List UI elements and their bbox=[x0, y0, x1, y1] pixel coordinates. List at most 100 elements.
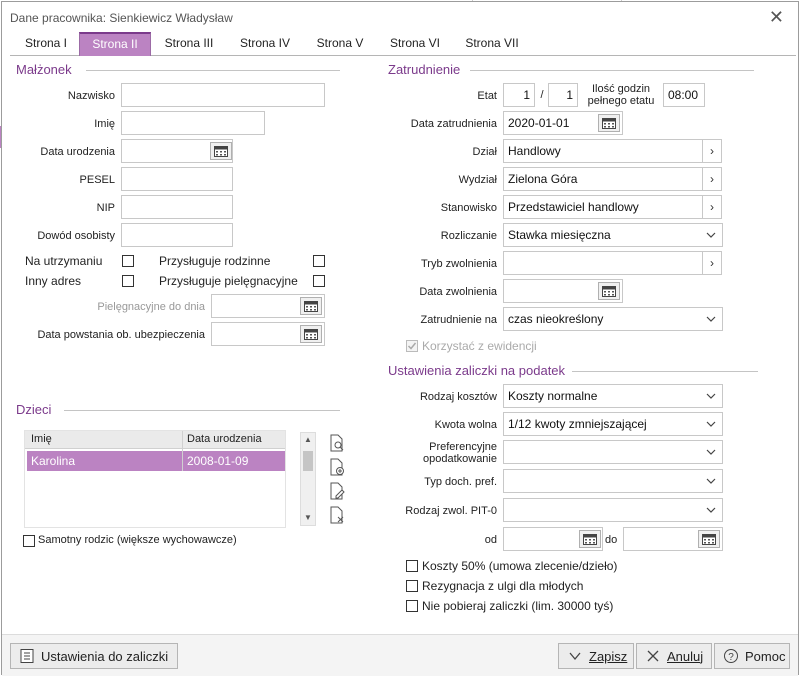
rodzaj-kosztow-label: Rodzaj kosztów bbox=[419, 391, 497, 403]
spouse-pesel-input[interactable] bbox=[121, 167, 233, 191]
inny-adres-checkbox[interactable] bbox=[122, 275, 134, 287]
chevron-down-icon[interactable] bbox=[706, 446, 716, 458]
etat-label: Etat bbox=[477, 90, 497, 102]
etat-denominator-input[interactable]: 1 bbox=[548, 83, 578, 107]
stanowisko-label: Stanowisko bbox=[440, 202, 497, 214]
rodzinne-checkbox[interactable] bbox=[313, 255, 325, 267]
koszty50-checkbox[interactable] bbox=[406, 560, 418, 572]
tab-strona-2[interactable]: Strona II bbox=[79, 32, 151, 56]
dzial-label: Dział bbox=[472, 146, 497, 158]
position-input[interactable]: Przedstawiciel handlowy bbox=[503, 195, 703, 219]
cancel-button[interactable]: Anuluj bbox=[636, 643, 712, 669]
dialog-title: Dane pracownika: Sienkiewicz Władysław bbox=[10, 11, 233, 25]
tab-strona-6[interactable]: Strona VI bbox=[380, 32, 450, 56]
tax-free-amount-value: 1/12 kwoty zmniejszającej bbox=[508, 417, 647, 431]
tax-free-amount-select[interactable]: 1/12 kwoty zmniejszającej bbox=[503, 412, 723, 436]
spouse-name-input[interactable] bbox=[121, 111, 265, 135]
od-label: od bbox=[484, 534, 497, 546]
na-utrzymaniu-checkbox[interactable] bbox=[122, 255, 134, 267]
column-separator bbox=[182, 431, 183, 471]
section-dzieci: Dzieci bbox=[16, 402, 52, 417]
department-input[interactable]: Handlowy bbox=[503, 139, 703, 163]
tab-bar: Strona I Strona II Strona III Strona IV … bbox=[10, 32, 796, 56]
zatrudnienie-na-label: Zatrudnienie na bbox=[420, 314, 497, 326]
korzystac-label: Korzystać z ewidencji bbox=[422, 339, 537, 353]
calendar-icon[interactable] bbox=[300, 297, 322, 315]
document-view-icon[interactable] bbox=[328, 434, 346, 452]
tab-strona-3[interactable]: Strona III bbox=[152, 32, 226, 56]
chevron-right-icon[interactable]: › bbox=[702, 167, 722, 191]
chevron-right-icon[interactable]: › bbox=[702, 251, 722, 275]
pit0-select[interactable] bbox=[503, 498, 723, 522]
calendar-icon[interactable] bbox=[300, 325, 322, 343]
divider bbox=[572, 371, 758, 372]
inny-adres-label: Inny adres bbox=[25, 274, 82, 288]
pielegnacyjne-checkbox[interactable] bbox=[313, 275, 325, 287]
settlement-select[interactable]: Stawka miesięczna bbox=[503, 223, 723, 247]
chevron-down-icon[interactable] bbox=[706, 229, 716, 241]
column-header-data[interactable]: Data urodzenia bbox=[187, 433, 262, 445]
tab-strona-5[interactable]: Strona V bbox=[306, 32, 374, 56]
rezygnacja-label: Rezygnacja z ulgi dla młodych bbox=[422, 579, 584, 593]
dismissal-mode-input[interactable] bbox=[503, 251, 703, 275]
close-icon[interactable]: ✕ bbox=[769, 8, 784, 26]
chevron-down-icon[interactable] bbox=[706, 313, 716, 325]
data-zwolnienia-label: Data zwolnienia bbox=[419, 286, 497, 298]
scroll-thumb[interactable] bbox=[303, 451, 313, 471]
contract-type-select[interactable]: czas nieokreślony bbox=[503, 307, 723, 331]
section-malzonek: Małżonek bbox=[16, 62, 72, 77]
chevron-down-icon[interactable] bbox=[706, 390, 716, 402]
cost-type-select[interactable]: Koszty normalne bbox=[503, 384, 723, 408]
children-table: Imię Data urodzenia Karolina 2008-01-09 bbox=[24, 430, 286, 528]
document-edit-icon[interactable] bbox=[328, 482, 346, 500]
scroll-down-icon[interactable]: ▼ bbox=[303, 513, 313, 523]
rezygnacja-checkbox[interactable] bbox=[406, 580, 418, 592]
nie-pobieraj-checkbox[interactable] bbox=[406, 600, 418, 612]
cost-type-value: Koszty normalne bbox=[508, 389, 598, 403]
save-button[interactable]: Zapisz bbox=[558, 643, 634, 669]
tab-strona-1[interactable]: Strona I bbox=[12, 32, 80, 56]
koszty50-label: Koszty 50% (umowa zlecenie/dzieło) bbox=[422, 559, 618, 573]
calendar-icon[interactable] bbox=[698, 530, 720, 548]
spouse-surname-input[interactable] bbox=[121, 83, 325, 107]
table-row[interactable]: Karolina 2008-01-09 bbox=[27, 451, 285, 471]
preferential-tax-select[interactable] bbox=[503, 440, 723, 464]
document-delete-icon[interactable] bbox=[328, 506, 346, 524]
division-input[interactable]: Zielona Góra bbox=[503, 167, 703, 191]
rodzinne-label: Przysługuje rodzinne bbox=[159, 254, 271, 268]
chevron-down-icon bbox=[569, 652, 581, 661]
calendar-icon[interactable] bbox=[598, 282, 620, 300]
tryb-label: Tryb zwolnienia bbox=[420, 258, 497, 270]
income-type-select[interactable] bbox=[503, 469, 723, 493]
chevron-down-icon[interactable] bbox=[706, 475, 716, 487]
spouse-nip-input[interactable] bbox=[121, 195, 233, 219]
calendar-icon[interactable] bbox=[579, 530, 601, 548]
save-label: Zapisz bbox=[589, 648, 628, 664]
spouse-id-input[interactable] bbox=[121, 223, 233, 247]
chevron-down-icon[interactable] bbox=[706, 418, 716, 430]
samotny-rodzic-checkbox[interactable] bbox=[23, 535, 35, 547]
korzystac-checkbox[interactable] bbox=[406, 340, 418, 352]
cancel-label: Anuluj bbox=[667, 648, 704, 664]
ustawienia-zaliczki-button[interactable]: Ustawienia do zaliczki bbox=[10, 643, 178, 669]
section-zaliczki: Ustawienia zaliczki na podatek bbox=[388, 363, 566, 378]
ustawienia-zaliczki-label: Ustawienia do zaliczki bbox=[41, 648, 169, 664]
help-button[interactable]: ? Pomoc bbox=[714, 643, 790, 669]
chevron-right-icon[interactable]: › bbox=[702, 195, 722, 219]
chevron-down-icon[interactable] bbox=[706, 504, 716, 516]
tab-strona-7[interactable]: Strona VII bbox=[456, 32, 528, 56]
children-scrollbar[interactable]: ▲ ▼ bbox=[300, 432, 316, 526]
calendar-icon[interactable] bbox=[210, 142, 232, 160]
godziny-input[interactable]: 08:00 bbox=[663, 83, 705, 107]
nazwisko-label: Nazwisko bbox=[67, 90, 115, 102]
etat-numerator-input[interactable]: 1 bbox=[503, 83, 535, 107]
column-header-imie[interactable]: Imię bbox=[31, 433, 52, 445]
calendar-icon[interactable] bbox=[598, 114, 620, 132]
document-add-icon[interactable] bbox=[328, 458, 346, 476]
tab-strona-4[interactable]: Strona IV bbox=[230, 32, 300, 56]
na-utrzymaniu-label: Na utrzymaniu bbox=[25, 254, 103, 268]
chevron-right-icon[interactable]: › bbox=[702, 139, 722, 163]
table-header: Imię Data urodzenia bbox=[25, 431, 285, 449]
dowod-label: Dowód osobisty bbox=[37, 230, 115, 242]
scroll-up-icon[interactable]: ▲ bbox=[303, 435, 313, 445]
